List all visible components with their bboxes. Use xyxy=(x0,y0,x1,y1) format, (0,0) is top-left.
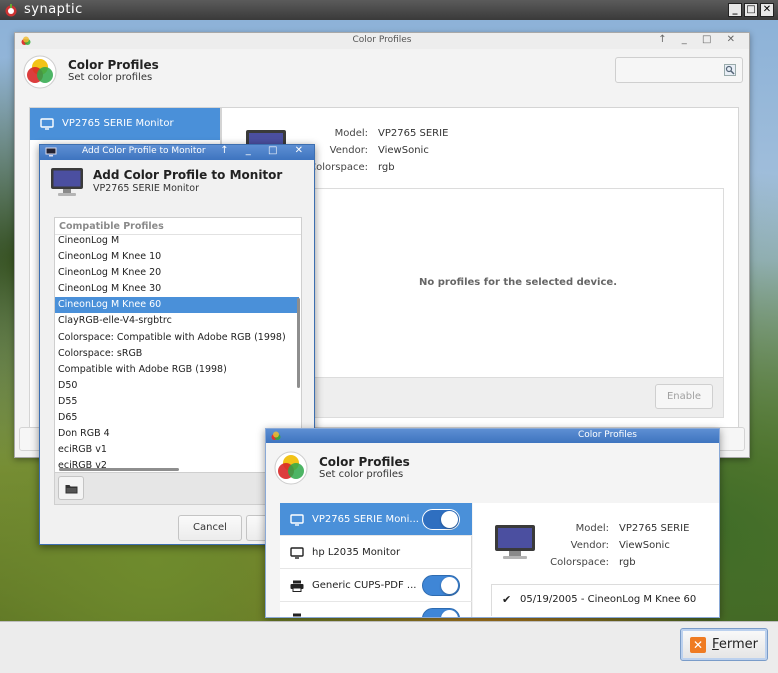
profile-list-item[interactable]: CineonLog M Knee 60 xyxy=(55,297,299,314)
vendor-label: Vendor: xyxy=(570,540,609,551)
minimize-button[interactable]: _ xyxy=(728,3,742,17)
cp-header-subtitle: Set color profiles xyxy=(68,72,153,83)
device-item-label: VP2765 SERIE Monitor xyxy=(62,118,174,129)
monitor-icon xyxy=(290,514,304,526)
color-profiles-icon xyxy=(274,451,308,485)
profile-list-item[interactable]: CineonLog M Knee 10 xyxy=(55,249,299,265)
cp-window-title: Color Profiles xyxy=(352,35,412,45)
add-dialog-window-controls[interactable]: ↑ _ □ ✕ xyxy=(220,145,310,156)
add-dialog-title: Add Color Profile to Monitor xyxy=(93,168,283,182)
monitor-large-icon xyxy=(51,168,83,196)
profile-list-item[interactable]: CineonLog M Knee 30 xyxy=(55,281,299,297)
fermer-label: Fermer xyxy=(712,637,758,652)
cp-titlebar: Color Profiles ↑ _ □ ✕ xyxy=(15,33,749,49)
printer-icon xyxy=(290,580,304,592)
printer-icon xyxy=(293,613,301,617)
outer-window-title: synaptic xyxy=(24,2,83,17)
device-toggle[interactable] xyxy=(422,608,460,617)
add-dialog-subtitle: VP2765 SERIE Monitor xyxy=(93,183,199,194)
search-button[interactable] xyxy=(615,57,743,83)
profile-list-item[interactable]: D55 xyxy=(55,394,299,410)
device-item-printer[interactable] xyxy=(280,602,472,617)
outer-footer: ✕ Fermer xyxy=(0,621,778,673)
profile-list-item[interactable]: D65 xyxy=(55,410,299,426)
color-profiles-icon xyxy=(23,55,57,89)
colorspace-value: rgb xyxy=(378,162,395,173)
front-header-subtitle: Set color profiles xyxy=(319,469,404,480)
import-file-button[interactable] xyxy=(58,476,84,500)
device-toggle[interactable] xyxy=(422,575,460,596)
add-dialog-titlebar: Add Color Profile to Monitor ↑ _ □ ✕ xyxy=(40,145,314,160)
search-icon xyxy=(724,64,736,76)
profile-list-item[interactable]: eciRGB v1 xyxy=(55,442,299,458)
front-titlebar: Color Profiles xyxy=(266,429,719,443)
cp-header-title: Color Profiles xyxy=(68,58,159,72)
enable-button[interactable]: Enable xyxy=(655,384,713,409)
outer-titlebar: synaptic _ □ ✕ xyxy=(0,0,778,20)
profile-entry-row[interactable]: ✔ 05/19/2005 - CineonLog M Knee 60 xyxy=(491,584,719,616)
profile-list-item[interactable]: ClayRGB-elle-V4-srgbtrc xyxy=(55,313,299,329)
vendor-value: ViewSonic xyxy=(619,540,670,551)
front-window-title: Color Profiles xyxy=(577,430,637,440)
color-icon xyxy=(271,431,281,440)
device-toggle[interactable] xyxy=(422,509,460,530)
color-profiles-window-front: Color Profiles Color Profiles Set color … xyxy=(265,428,720,618)
vendor-value: ViewSonic xyxy=(378,145,429,156)
profile-list-item[interactable]: CineonLog M Knee 20 xyxy=(55,265,299,281)
colorspace-value: rgb xyxy=(619,557,636,568)
profile-list-item[interactable]: Compatible with Adobe RGB (1998) xyxy=(55,362,299,378)
profile-list-item[interactable]: Don RGB 4 xyxy=(55,426,299,442)
fermer-mnemonic: F xyxy=(712,637,719,652)
model-value: VP2765 SERIE xyxy=(619,523,690,534)
device-item-label: hp L2035 Monitor xyxy=(312,547,401,558)
checkmark-icon: ✔ xyxy=(502,593,512,606)
model-value: VP2765 SERIE xyxy=(378,128,449,139)
model-label: Model: xyxy=(575,523,609,534)
colorspace-label: Colorspace: xyxy=(550,557,609,568)
vertical-scrollbar[interactable] xyxy=(297,298,300,388)
monitor-large-icon xyxy=(495,525,535,559)
profiles-action-bar: Enable xyxy=(313,377,723,417)
device-item-label: Generic CUPS-PDF ... xyxy=(312,580,417,591)
monitor-icon xyxy=(290,547,304,559)
front-header-title: Color Profiles xyxy=(319,455,410,469)
profile-list-item[interactable]: Colorspace: Compatible with Adobe RGB (1… xyxy=(55,330,299,346)
monitor-icon xyxy=(45,147,57,157)
monitor-icon xyxy=(40,118,54,130)
folder-icon xyxy=(65,485,78,494)
cancel-button[interactable]: Cancel xyxy=(178,515,242,541)
app-icon xyxy=(5,4,17,17)
profile-list-item[interactable]: Colorspace: sRGB xyxy=(55,346,299,362)
profile-rows: CineonLog M CineonLog M Knee 10 CineonLog … xyxy=(55,233,299,472)
add-dialog-window-title: Add Color Profile to Monitor xyxy=(82,146,206,156)
device-item-vp2765[interactable]: VP2765 SERIE Moni... xyxy=(280,503,472,536)
cp-window-controls[interactable]: ↑ _ □ ✕ xyxy=(658,34,741,45)
restore-button[interactable]: □ xyxy=(744,3,758,17)
close-icon: ✕ xyxy=(690,636,707,653)
profile-entry-label: 05/19/2005 - CineonLog M Knee 60 xyxy=(520,594,697,605)
front-device-list: VP2765 SERIE Moni... hp L2035 Monitor Ge… xyxy=(280,503,472,617)
profiles-list-empty: No profiles for the selected device. Ena… xyxy=(312,188,724,418)
profile-list-item[interactable]: CineonLog M xyxy=(55,233,299,249)
fermer-button[interactable]: ✕ Fermer xyxy=(680,628,768,661)
desktop-background: Color Profiles ↑ _ □ ✕ Color Profiles Se… xyxy=(0,20,778,621)
horizontal-scrollbar[interactable] xyxy=(59,468,179,471)
device-item-vp2765[interactable]: VP2765 SERIE Monitor xyxy=(30,108,220,140)
device-item-hp-l2035[interactable]: hp L2035 Monitor xyxy=(280,536,472,569)
close-button[interactable]: ✕ xyxy=(760,3,774,17)
profile-list-item[interactable]: D50 xyxy=(55,378,299,394)
empty-message: No profiles for the selected device. xyxy=(418,277,617,288)
model-label: Model: xyxy=(334,128,368,139)
device-item-label: VP2765 SERIE Moni... xyxy=(312,514,419,525)
device-item-cups-pdf[interactable]: Generic CUPS-PDF ... xyxy=(280,569,472,602)
fermer-label-rest: ermer xyxy=(718,637,758,652)
